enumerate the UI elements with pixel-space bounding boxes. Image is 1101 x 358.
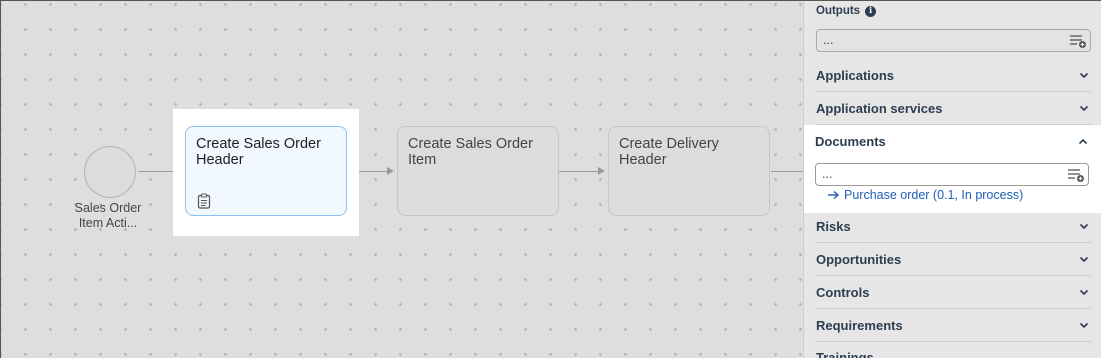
chevron-down-icon — [1079, 256, 1089, 263]
section-risks[interactable]: Risks — [816, 210, 1091, 243]
section-label: Application services — [816, 100, 943, 116]
section-label: Risks — [816, 218, 851, 234]
section-label: Applications — [816, 67, 895, 83]
section-trainings[interactable]: Trainings — [816, 342, 1091, 358]
arrow-right-icon — [828, 190, 840, 200]
section-documents[interactable]: Documents — [815, 125, 1090, 158]
start-event[interactable] — [84, 146, 136, 198]
section-label: Trainings — [816, 350, 874, 358]
section-opportunities[interactable]: Opportunities — [816, 243, 1091, 276]
section-label: Controls — [816, 284, 870, 300]
sequence-flow-3 — [559, 171, 599, 172]
chevron-down-icon — [1079, 72, 1089, 79]
chevron-down-icon — [1079, 322, 1089, 329]
section-label: Opportunities — [816, 251, 902, 267]
documents-field-value: ... — [822, 167, 833, 181]
task-title: Create Sales Order Item — [408, 136, 533, 168]
outputs-field[interactable]: ... — [816, 29, 1091, 52]
chevron-down-icon — [1079, 289, 1089, 296]
chevron-down-icon — [1079, 223, 1089, 230]
document-link-purchase-order[interactable]: Purchase order (0.1, In process) — [827, 188, 1023, 202]
arrow-head-2 — [387, 167, 394, 175]
outputs-field-value: ... — [823, 33, 834, 47]
section-applications[interactable]: Applications — [816, 59, 1091, 92]
outputs-label: Outputs i — [816, 5, 877, 17]
section-label: Documents — [815, 134, 886, 149]
document-link-label: Purchase order (0.1, In process) — [844, 188, 1024, 202]
list-add-icon[interactable] — [1069, 33, 1087, 49]
task-create-delivery-header[interactable]: Create Delivery Header — [608, 126, 770, 216]
task-create-sales-order-item[interactable]: Create Sales Order Item — [397, 126, 559, 216]
section-requirements[interactable]: Requirements — [816, 309, 1091, 342]
section-label: Requirements — [816, 317, 903, 333]
section-application-services[interactable]: Application services — [816, 92, 1091, 125]
chevron-up-icon — [1078, 138, 1088, 144]
sequence-flow-4 — [771, 171, 803, 172]
start-event-label: Sales Order Item Acti... — [74, 201, 142, 230]
chevron-down-icon — [1079, 105, 1089, 112]
sequence-flow-1 — [138, 171, 178, 172]
process-canvas[interactable]: Sales Order Item Acti... Create Sales Or… — [1, 1, 803, 358]
outputs-label-text: Outputs — [816, 5, 861, 17]
section-controls[interactable]: Controls — [816, 276, 1091, 309]
task-create-sales-order-header[interactable]: Create Sales Order Header — [185, 126, 347, 216]
list-add-icon[interactable] — [1067, 167, 1085, 183]
info-icon[interactable]: i — [865, 5, 877, 17]
task-title: Create Delivery Header — [619, 136, 719, 168]
documents-field[interactable]: ... — [815, 163, 1089, 186]
task-title: Create Sales Order Header — [196, 136, 321, 168]
arrow-head-3 — [598, 167, 605, 175]
clipboard-icon[interactable] — [197, 193, 211, 209]
